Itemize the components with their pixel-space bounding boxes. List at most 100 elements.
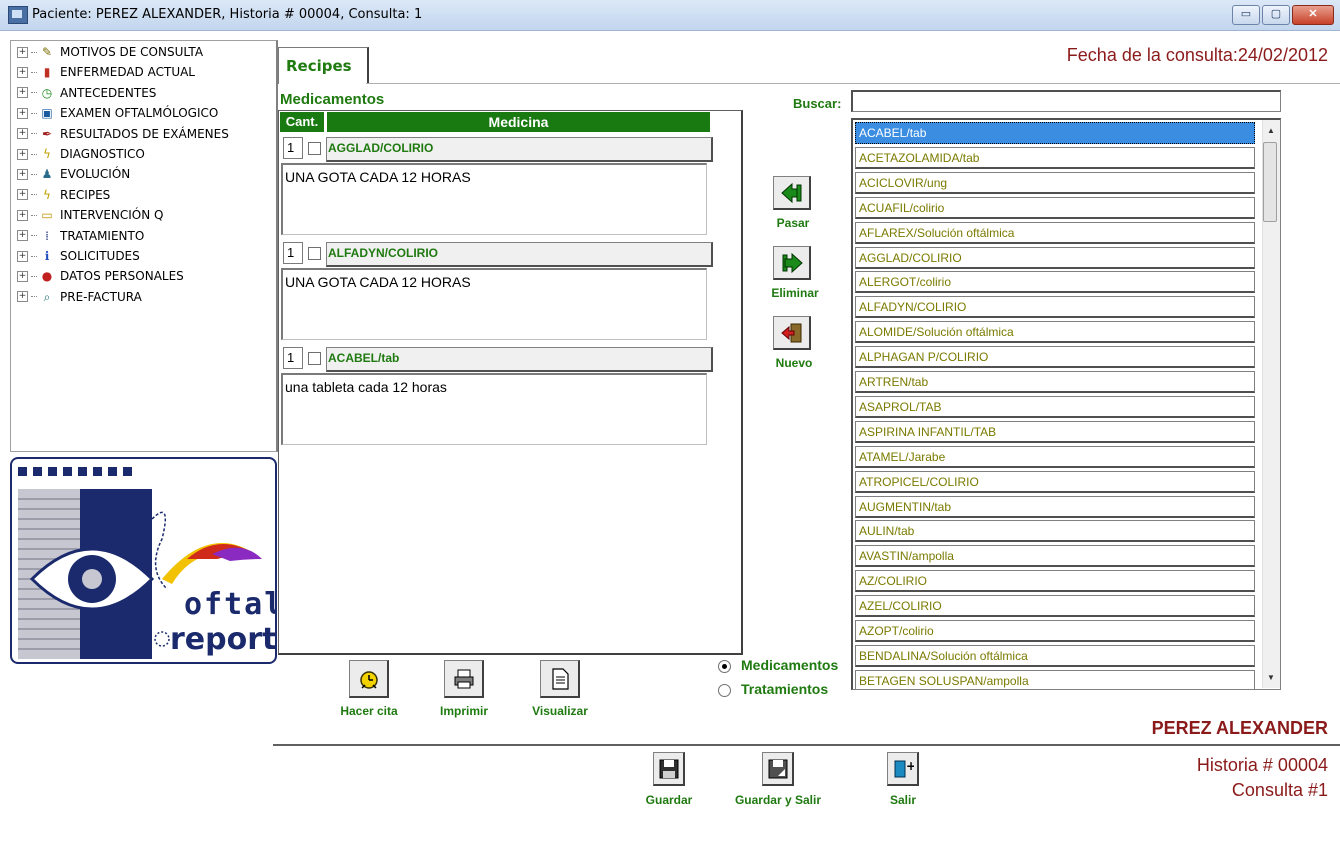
tree-item[interactable]: + ♟ EVOLUCIÓN: [17, 165, 130, 183]
expand-icon[interactable]: +: [17, 168, 28, 180]
hacer-cita-button[interactable]: [349, 660, 389, 698]
expand-icon[interactable]: +: [17, 66, 28, 78]
list-item[interactable]: AULIN/tab: [855, 520, 1255, 543]
list-item[interactable]: ALPHAGAN P/COLIRIO: [855, 346, 1255, 369]
expand-icon[interactable]: +: [17, 87, 28, 99]
list-item[interactable]: BENDALINA/Solución oftálmica: [855, 644, 1255, 667]
tree-item[interactable]: + ▮ ENFERMEDAD ACTUAL: [17, 63, 195, 81]
list-item[interactable]: ACABEL/tab: [855, 122, 1255, 144]
list-item[interactable]: BETAGEN SOLUSPAN/ampolla: [855, 669, 1255, 689]
visualizar-button[interactable]: [540, 660, 580, 698]
list-item[interactable]: ATROPICEL/COLIRIO: [855, 470, 1255, 493]
tree-connector: [31, 71, 37, 73]
tree-connector: [31, 153, 37, 155]
list-item[interactable]: AVASTIN/ampolla: [855, 545, 1255, 568]
tree-item[interactable]: + ✒ RESULTADOS DE EXÁMENES: [17, 125, 229, 143]
expand-icon[interactable]: +: [17, 128, 28, 140]
list-item[interactable]: ALOMIDE/Solución oftálmica: [855, 321, 1255, 344]
tree-item[interactable]: + ▭ INTERVENCIÓN Q: [17, 206, 163, 224]
list-item[interactable]: AGGLAD/COLIRIO: [855, 246, 1255, 269]
pasar-button[interactable]: [773, 176, 811, 210]
guardar-salir-button[interactable]: [762, 752, 794, 786]
close-button[interactable]: ✕: [1292, 5, 1334, 25]
salir-label: Salir: [889, 793, 916, 807]
medicine-checkbox[interactable]: [308, 247, 321, 260]
save-exit-icon: [768, 759, 787, 778]
tree-item[interactable]: + ✎ MOTIVOS DE CONSULTA: [17, 43, 203, 61]
radio-tratamientos[interactable]: [718, 684, 731, 697]
list-item[interactable]: ASPIRINA INFANTIL/TAB: [855, 420, 1255, 443]
document-icon: [551, 667, 569, 690]
tree-item[interactable]: + ⌕ PRE-FACTURA: [17, 288, 142, 306]
lightning-icon: ϟ: [43, 147, 51, 161]
eliminar-button[interactable]: [773, 246, 811, 280]
expand-icon[interactable]: +: [17, 230, 28, 242]
dosage-textarea[interactable]: UNA GOTA CADA 12 HORAS: [281, 268, 707, 340]
expand-icon[interactable]: +: [17, 189, 28, 201]
tab-recipes[interactable]: Recipes: [278, 47, 369, 84]
minimize-button[interactable]: ▭: [1232, 5, 1260, 25]
expand-icon[interactable]: +: [17, 107, 28, 119]
tree-item[interactable]: + ϟ RECIPES: [17, 186, 110, 204]
list-item[interactable]: ASAPROL/TAB: [855, 395, 1255, 418]
guardar-button[interactable]: [653, 752, 685, 786]
tree-connector: [31, 112, 37, 114]
medicine-list[interactable]: ACABEL/tab ACETAZOLAMIDA/tab ACICLOVIR/ung…: [851, 118, 1281, 690]
pencil-icon: ✎: [41, 45, 53, 59]
maximize-button[interactable]: ▢: [1262, 5, 1290, 25]
list-item[interactable]: ALFADYN/COLIRIO: [855, 296, 1255, 319]
imprimir-button[interactable]: [444, 660, 484, 698]
tree-item-label: MOTIVOS DE CONSULTA: [60, 45, 204, 59]
quantity-field[interactable]: 1: [283, 347, 303, 369]
patient-name: PEREZ ALEXANDER: [1151, 718, 1328, 738]
quantity-field[interactable]: 1: [283, 137, 303, 159]
medicamentos-title: Medicamentos: [280, 91, 385, 108]
scroll-up-icon[interactable]: ▲: [1267, 126, 1275, 135]
search-input[interactable]: [851, 90, 1281, 112]
scroll-down-icon[interactable]: ▼: [1267, 673, 1275, 682]
dosage-textarea[interactable]: UNA GOTA CADA 12 HORAS: [281, 163, 707, 235]
arrow-right-icon: [782, 252, 803, 273]
expand-icon[interactable]: +: [17, 291, 28, 303]
dosage-textarea[interactable]: una tableta cada 12 horas: [281, 373, 707, 445]
list-item[interactable]: AUGMENTIN/tab: [855, 495, 1255, 518]
expand-icon[interactable]: +: [17, 209, 28, 221]
expand-icon[interactable]: +: [17, 270, 28, 282]
medicine-checkbox[interactable]: [308, 142, 321, 155]
medicine-checkbox[interactable]: [308, 352, 321, 365]
expand-icon[interactable]: +: [17, 250, 28, 262]
radio-medicamentos[interactable]: [718, 660, 731, 673]
tree-item[interactable]: + ◷ ANTECEDENTES: [17, 84, 156, 102]
guardar-label: Guardar: [645, 793, 693, 807]
list-item[interactable]: ATAMEL/Jarabe: [855, 445, 1255, 468]
list-item[interactable]: ARTREN/tab: [855, 371, 1255, 393]
salir-button[interactable]: +: [887, 752, 919, 786]
pen-icon: ✒: [41, 126, 53, 141]
tree-item[interactable]: + ϟ DIAGNOSTICO: [17, 145, 145, 163]
tree-item[interactable]: + ℹ SOLICITUDES: [17, 247, 140, 265]
tree-item[interactable]: + ● DATOS PERSONALES: [17, 267, 184, 285]
list-item[interactable]: AZ/COLIRIO: [855, 570, 1255, 593]
tree-item[interactable]: + ⁞ TRATAMIENTO: [17, 227, 144, 245]
visualizar-label: Visualizar: [532, 704, 588, 718]
exit-door-icon: +: [894, 759, 914, 777]
expand-icon[interactable]: +: [17, 46, 28, 58]
list-item[interactable]: ACICLOVIR/ung: [855, 171, 1255, 194]
scroll-thumb[interactable]: [1263, 142, 1277, 222]
list-item[interactable]: ACUAFIL/colirio: [855, 196, 1255, 219]
list-item[interactable]: ALERGOT/colirio: [855, 271, 1255, 294]
list-item[interactable]: AZEL/COLIRIO: [855, 595, 1255, 618]
list-item[interactable]: ACETAZOLAMIDA/tab: [855, 146, 1255, 169]
nuevo-button[interactable]: [773, 316, 811, 350]
expand-icon[interactable]: +: [17, 148, 28, 160]
tree-connector: [31, 51, 37, 53]
clock-icon: ◷: [41, 85, 53, 100]
consultation-date: Fecha de la consulta:24/02/2012: [1066, 45, 1328, 65]
quantity-field[interactable]: 1: [283, 242, 303, 264]
tree-item[interactable]: + ▣ EXAMEN OFTALMÓLOGICO: [17, 104, 218, 122]
list-item[interactable]: AZOPT/colirio: [855, 620, 1255, 642]
tree-item-label: EXAMEN OFTALMÓLOGICO: [60, 106, 219, 121]
medicine-name: AGGLAD/COLIRIO: [328, 141, 434, 155]
magnifier-icon: ⌕: [43, 289, 51, 304]
list-item[interactable]: AFLAREX/Solución oftálmica: [855, 221, 1255, 244]
